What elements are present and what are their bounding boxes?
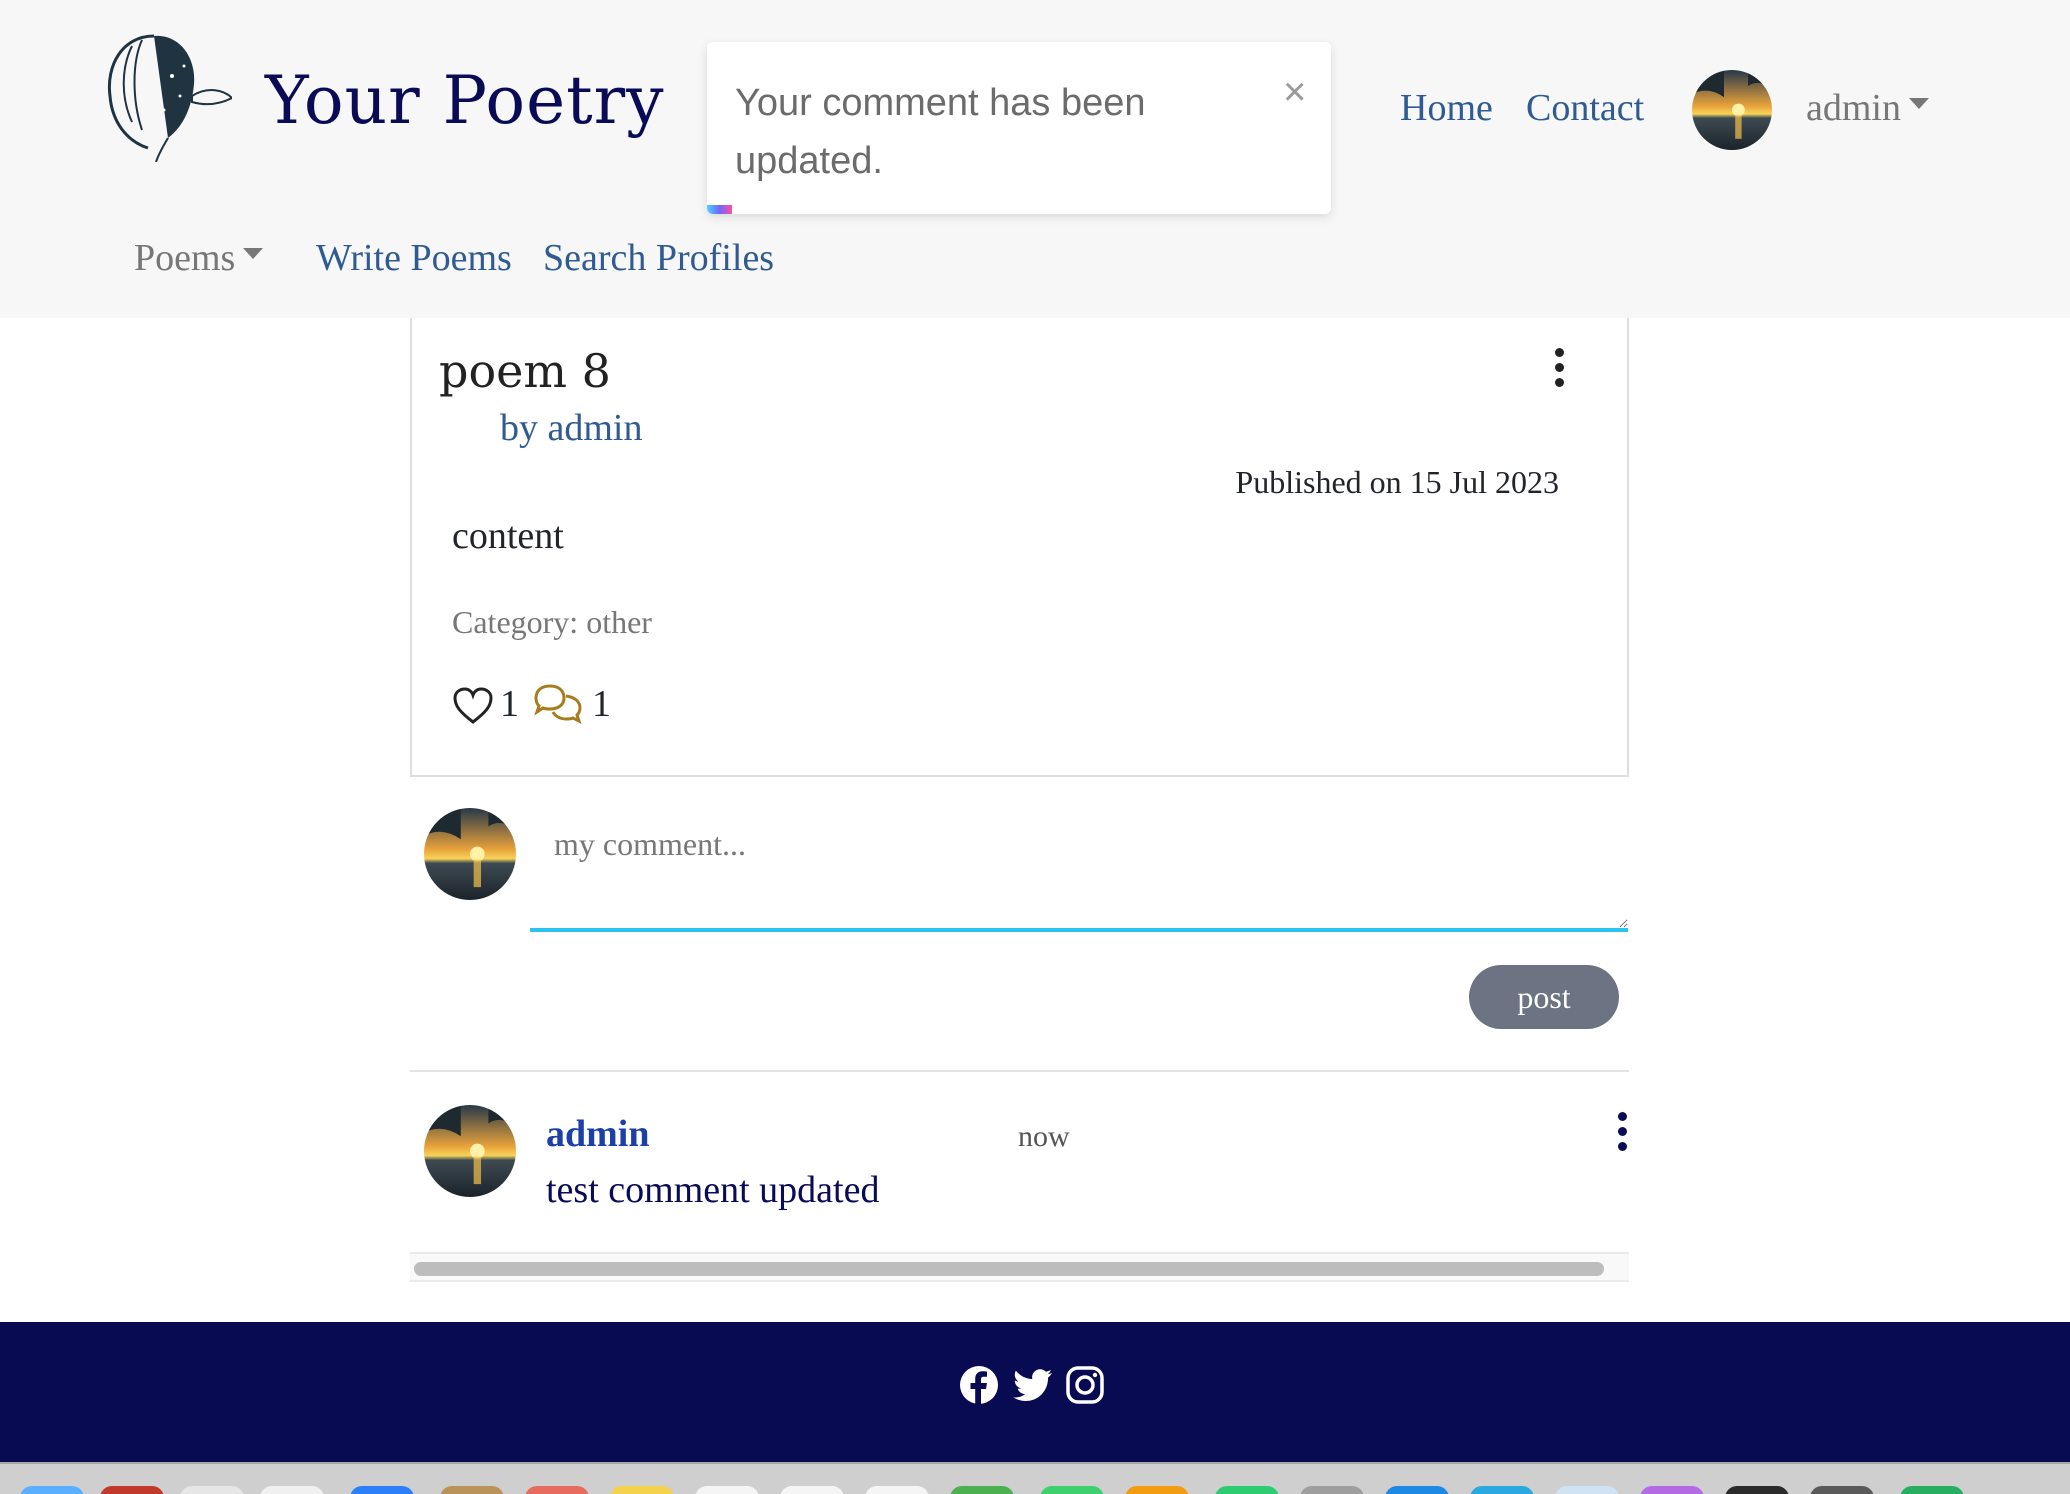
dock-app-icon[interactable] <box>1470 1486 1534 1494</box>
avatar <box>424 1105 516 1197</box>
poem-category: Category: other <box>452 604 652 640</box>
comment-body: test comment updated <box>546 1169 880 1211</box>
search-profiles-link[interactable]: Search Profiles <box>543 236 774 280</box>
like-count: 1 <box>500 683 519 725</box>
dock-app-icon[interactable] <box>610 1486 674 1494</box>
nav-contact-link[interactable]: Contact <box>1526 86 1644 130</box>
chevron-down-icon <box>243 247 264 259</box>
dock-app-icon[interactable] <box>1385 1486 1449 1494</box>
horizontal-scrollbar[interactable] <box>410 1252 1629 1282</box>
dock-app-icon[interactable] <box>1125 1486 1189 1494</box>
scrollbar-thumb[interactable] <box>414 1262 1604 1276</box>
poem-title: poem 8 <box>439 344 611 398</box>
dock-app-icon[interactable] <box>20 1486 84 1494</box>
dock-app-icon[interactable] <box>1215 1486 1279 1494</box>
divider <box>410 1070 1629 1072</box>
avatar <box>424 808 516 900</box>
comment-count: 1 <box>592 683 611 725</box>
dock-app-icon[interactable] <box>440 1486 504 1494</box>
poem-content: content <box>452 515 564 557</box>
poem-author-link[interactable]: by admin <box>500 406 642 450</box>
dock-app-icon[interactable] <box>865 1486 929 1494</box>
nav-home-link[interactable]: Home <box>1400 86 1493 130</box>
toast-progress-bar <box>707 205 732 214</box>
site-brand[interactable]: Your Poetry <box>265 62 665 139</box>
toast-message: Your comment has been updated. <box>735 82 1146 182</box>
write-poems-link[interactable]: Write Poems <box>316 236 512 280</box>
os-dock <box>0 1462 2070 1494</box>
toast-notification: Your comment has been updated. × <box>707 42 1331 214</box>
dock-app-icon[interactable] <box>1900 1486 1964 1494</box>
dock-app-icon[interactable] <box>1725 1486 1789 1494</box>
dock-app-icon[interactable] <box>1555 1486 1619 1494</box>
dock-app-icon[interactable] <box>780 1486 844 1494</box>
close-icon[interactable]: × <box>1283 70 1306 115</box>
dock-app-icon[interactable] <box>950 1486 1014 1494</box>
dock-app-icon[interactable] <box>525 1486 589 1494</box>
site-footer <box>0 1322 2070 1462</box>
kebab-icon[interactable] <box>1612 1112 1632 1156</box>
woman-logo-icon[interactable] <box>92 26 234 163</box>
dock-app-icon[interactable] <box>260 1486 324 1494</box>
heart-icon[interactable] <box>452 686 494 726</box>
dock-app-icon[interactable] <box>695 1486 759 1494</box>
user-menu-label: admin <box>1806 87 1901 129</box>
comment-input[interactable] <box>530 808 1628 932</box>
published-date: Published on 15 Jul 2023 <box>1235 464 1559 500</box>
post-button[interactable]: post <box>1469 965 1619 1029</box>
comment-author-link[interactable]: admin <box>546 1112 649 1156</box>
twitter-icon[interactable] <box>1012 1364 1054 1406</box>
kebab-icon[interactable] <box>1549 348 1569 392</box>
comment-time: now <box>1018 1120 1070 1153</box>
dock-app-icon[interactable] <box>180 1486 244 1494</box>
poems-dropdown[interactable]: Poems <box>134 236 264 280</box>
dock-app-icon[interactable] <box>1300 1486 1364 1494</box>
dock-app-icon[interactable] <box>1640 1486 1704 1494</box>
facebook-icon[interactable] <box>958 1364 1000 1406</box>
poem-card: poem 8 by admin Published on 15 Jul 2023… <box>410 318 1629 777</box>
dock-app-icon[interactable] <box>1040 1486 1104 1494</box>
dock-app-icon[interactable] <box>350 1486 414 1494</box>
avatar[interactable] <box>1692 70 1772 150</box>
dock-app-icon[interactable] <box>100 1486 164 1494</box>
dock-app-icon[interactable] <box>1810 1486 1874 1494</box>
chevron-down-icon <box>1908 97 1929 109</box>
instagram-icon[interactable] <box>1064 1364 1106 1406</box>
poems-dropdown-label: Poems <box>134 237 236 279</box>
user-menu-dropdown[interactable]: admin <box>1806 86 1929 130</box>
comments-icon[interactable] <box>532 682 584 726</box>
